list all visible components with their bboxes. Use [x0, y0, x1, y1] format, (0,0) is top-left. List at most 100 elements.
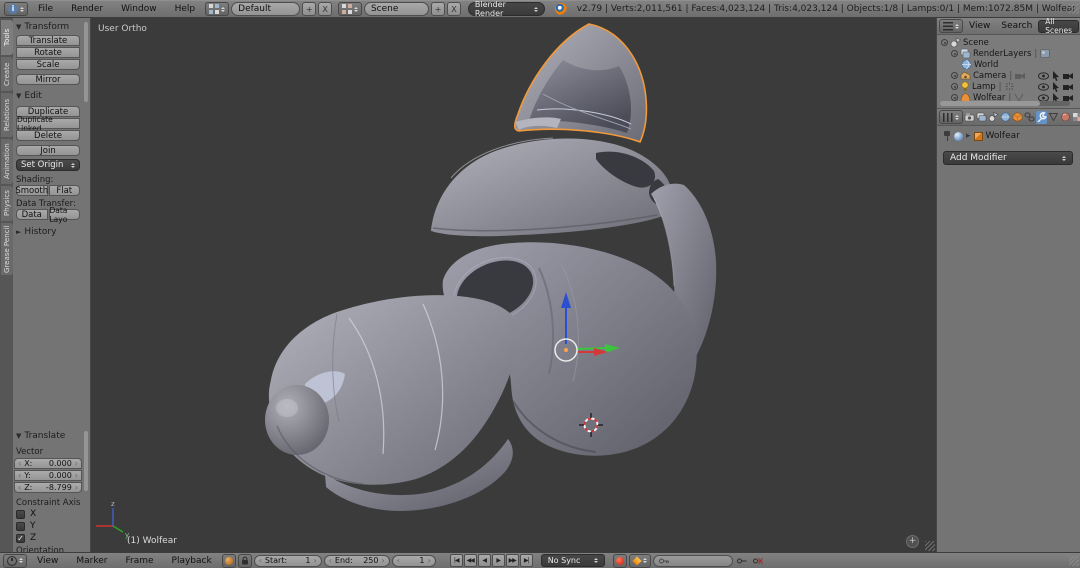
play-reverse-button[interactable]: ◀ [478, 554, 491, 567]
timeline-menu-view[interactable]: View [29, 553, 66, 568]
camera-restrict-toggles[interactable] [1038, 71, 1074, 81]
shade-smooth-button[interactable]: Smooth [16, 185, 48, 196]
eye-icon[interactable] [1038, 72, 1049, 80]
model-ear-selected[interactable] [515, 24, 647, 142]
lock-button[interactable] [238, 554, 252, 568]
outliner-row-renderlayers[interactable]: RenderLayers | [951, 48, 1050, 59]
edit-panel-header[interactable]: ▼Edit [16, 91, 42, 101]
outliner-row-camera[interactable]: Camera | [951, 70, 1026, 81]
tab-texture[interactable] [1072, 111, 1080, 124]
viewport-3d[interactable]: z y User Ortho (1) Wolfear + [91, 18, 936, 552]
delete-keyframe-button[interactable] [751, 554, 765, 568]
outliner-menu-search[interactable]: Search [996, 18, 1037, 34]
menu-help[interactable]: Help [167, 1, 204, 17]
editor-type-selector[interactable]: i [4, 2, 28, 16]
sync-mode-dropdown[interactable]: No Sync [541, 554, 605, 567]
expand-icon[interactable] [951, 94, 958, 101]
timeline-menu-frame[interactable]: Frame [117, 553, 161, 568]
checkbox-y[interactable] [16, 522, 25, 531]
increment-arrow-icon[interactable]: › [75, 483, 78, 492]
tab-object-data[interactable] [1048, 111, 1059, 124]
timeline-menu-marker[interactable]: Marker [68, 553, 115, 568]
data-layout-button[interactable]: Data Layo [49, 209, 81, 220]
join-button[interactable]: Join [16, 145, 80, 156]
decrement-arrow-icon[interactable]: ‹ [259, 556, 262, 565]
add-layout-button[interactable]: + [302, 2, 316, 16]
expand-icon[interactable] [951, 72, 958, 79]
tab-world[interactable] [1000, 111, 1011, 124]
operator-panel-header[interactable]: ▼Translate [16, 431, 65, 441]
vector-z-field[interactable]: ‹ Z: -8.799 › [14, 482, 82, 493]
close-layout-button[interactable]: X [318, 2, 332, 16]
outliner-row-lamp[interactable]: Lamp | [951, 81, 1014, 92]
record-button[interactable] [613, 554, 627, 568]
frame-end-field[interactable]: ‹ End: 250 › [324, 555, 390, 567]
cursor-select-icon[interactable] [1052, 71, 1060, 81]
expand-icon[interactable] [941, 39, 948, 46]
increment-arrow-icon[interactable]: › [381, 556, 384, 565]
tab-modifiers-active[interactable] [1036, 111, 1047, 124]
decrement-arrow-icon[interactable]: ‹ [18, 471, 21, 480]
timeline-editor-selector[interactable] [3, 554, 27, 568]
tab-object[interactable] [1012, 111, 1023, 124]
history-panel-header[interactable]: ►History [16, 227, 56, 237]
mirror-button[interactable]: Mirror [16, 74, 80, 85]
tab-animation[interactable]: Animation [1, 139, 13, 184]
object-browse-icon[interactable] [954, 132, 963, 141]
menu-file[interactable]: File [30, 1, 61, 17]
frame-start-field[interactable]: ‹ Start: 1 › [254, 555, 322, 567]
constraint-y-row[interactable]: Y [16, 521, 36, 531]
tab-physics[interactable]: Physics [1, 186, 13, 221]
model-muzzle[interactable] [265, 295, 519, 485]
duplicate-linked-button[interactable]: Duplicate Linked [16, 118, 80, 129]
menu-render[interactable]: Render [63, 1, 111, 17]
add-modifier-dropdown[interactable]: Add Modifier [943, 151, 1073, 165]
outliner-horizontal-scrollbar[interactable] [940, 101, 1070, 106]
decrement-arrow-icon[interactable]: ‹ [397, 556, 400, 565]
tab-tools[interactable]: Tools [1, 20, 13, 55]
tab-render[interactable] [964, 111, 975, 124]
decrement-arrow-icon[interactable]: ‹ [18, 459, 21, 468]
jump-next-keyframe-button[interactable]: ▶▶ [506, 554, 519, 567]
jump-prev-keyframe-button[interactable]: ◀◀ [464, 554, 477, 567]
play-button[interactable]: ▶ [492, 554, 505, 567]
tab-grease-pencil[interactable]: Grease Pencil [1, 223, 13, 275]
current-frame-field[interactable]: ‹ 1 › [392, 555, 436, 567]
checkbox-z-checked[interactable]: ✓ [16, 534, 25, 543]
increment-arrow-icon[interactable]: › [75, 471, 78, 480]
screen-layout-browse[interactable] [205, 2, 229, 16]
increment-arrow-icon[interactable]: › [313, 556, 316, 565]
vector-x-field[interactable]: ‹ X: 0.000 › [14, 458, 82, 469]
render-toggle-icon[interactable] [1063, 72, 1074, 80]
eye-icon[interactable] [1038, 83, 1049, 91]
scene-name-field[interactable]: Scene [364, 2, 429, 16]
open-panel-plus-button[interactable]: + [906, 535, 919, 548]
cursor-select-icon[interactable] [1052, 82, 1060, 92]
delete-button[interactable]: Delete [16, 130, 80, 141]
decrement-arrow-icon[interactable]: ‹ [329, 556, 332, 565]
set-origin-dropdown[interactable]: Set Origin [16, 159, 80, 171]
resize-grip[interactable] [1069, 4, 1079, 14]
tab-render-layers[interactable] [976, 111, 987, 124]
wolf-head-model[interactable]: z y [91, 18, 936, 552]
scale-button[interactable]: Scale [16, 59, 80, 70]
tool-shelf-scrollbar[interactable] [84, 22, 88, 102]
operator-panel-scrollbar[interactable] [84, 431, 88, 491]
jump-to-start-button[interactable]: |◀ [450, 554, 463, 567]
increment-arrow-icon[interactable]: › [427, 556, 430, 565]
constraint-x-row[interactable]: X [16, 509, 36, 519]
transform-panel-header[interactable]: ▼Transform [16, 22, 69, 32]
outliner-row-scene[interactable]: Scene [941, 37, 989, 48]
outliner-row-world[interactable]: World [961, 59, 998, 70]
outliner-menu-view[interactable]: View [964, 18, 995, 34]
rotate-button[interactable]: Rotate [16, 47, 80, 58]
render-toggle-icon[interactable] [1063, 83, 1074, 91]
jump-to-end-button[interactable]: ▶| [520, 554, 533, 567]
expand-icon[interactable] [951, 50, 958, 57]
decrement-arrow-icon[interactable]: ‹ [18, 483, 21, 492]
autokey-sphere-button[interactable] [222, 554, 236, 568]
screen-layout-field[interactable]: Default [231, 2, 300, 16]
timeline-menu-playback[interactable]: Playback [164, 553, 220, 568]
tab-create[interactable]: Create [1, 57, 13, 91]
layers-toggle-icon[interactable] [1040, 49, 1050, 58]
